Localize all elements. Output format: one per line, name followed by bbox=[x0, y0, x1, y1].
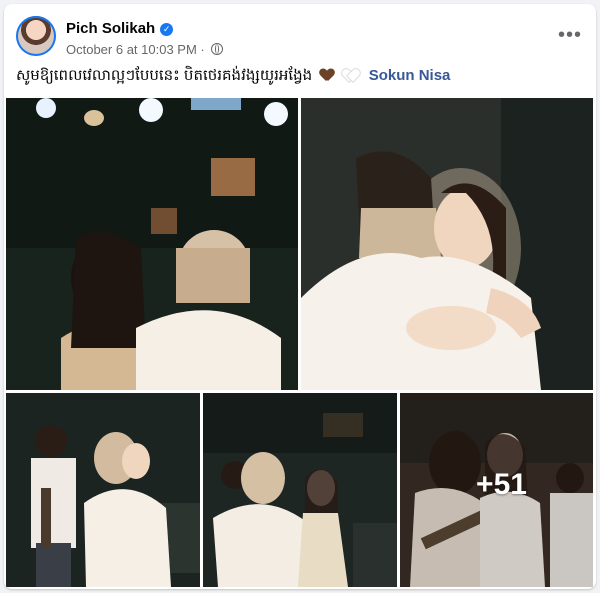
white-heart-emoji-icon bbox=[343, 69, 357, 81]
globe-icon[interactable] bbox=[211, 43, 224, 55]
brown-heart-emoji-icon bbox=[320, 69, 334, 81]
author-name[interactable]: Pich Solikah ✓ bbox=[66, 20, 174, 37]
author-avatar[interactable] bbox=[16, 16, 56, 56]
photo-4[interactable] bbox=[203, 393, 397, 587]
photo-5-more[interactable]: +51 bbox=[400, 393, 593, 587]
author-name-text[interactable]: Pich Solikah bbox=[66, 20, 155, 37]
caption-text: សូមឱ្យពេលវេលាល្អៗបែបនេះ បិតថេរគង់វង្សយូរ… bbox=[16, 67, 313, 84]
photo-1[interactable] bbox=[6, 98, 298, 390]
post-timestamp[interactable]: October 6 at 10:03 PM bbox=[66, 42, 197, 57]
more-options-icon[interactable]: ••• bbox=[558, 24, 582, 47]
mention-link[interactable]: Sokun Nisa bbox=[369, 67, 451, 84]
meta-separator: · bbox=[200, 42, 205, 57]
post-card: Pich Solikah ✓ October 6 at 10:03 PM · ••… bbox=[4, 4, 596, 589]
more-photos-overlay[interactable]: +51 bbox=[400, 393, 593, 587]
post-meta: October 6 at 10:03 PM · bbox=[66, 42, 224, 57]
photo-2[interactable] bbox=[301, 98, 593, 390]
post-caption: សូមឱ្យពេលវេលាល្អៗបែបនេះ បិតថេរគង់វង្សយូរ… bbox=[16, 66, 450, 88]
verified-check-icon: ✓ bbox=[160, 23, 174, 36]
photo-3[interactable] bbox=[6, 393, 200, 587]
post-header: Pich Solikah ✓ October 6 at 10:03 PM · ••… bbox=[4, 4, 596, 64]
more-photos-count: +51 bbox=[476, 468, 527, 501]
